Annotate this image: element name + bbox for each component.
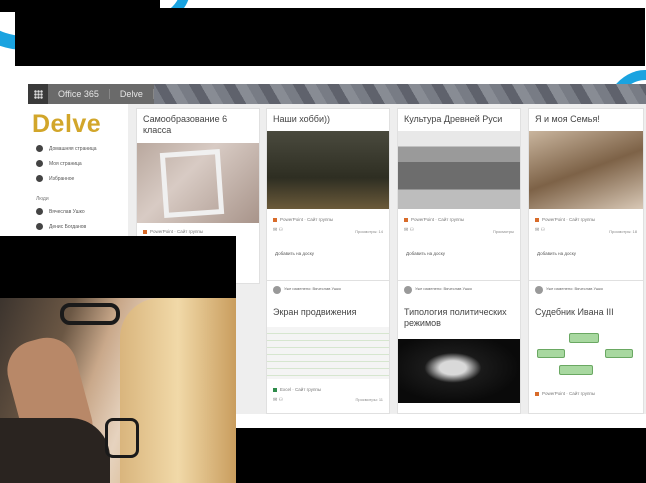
card-thumbnail[interactable] bbox=[267, 327, 389, 379]
sidebar-person[interactable]: Вячеслав Ушко bbox=[28, 204, 128, 219]
avatar-icon bbox=[273, 286, 281, 294]
document-card[interactable]: Наши хобби)) PowerPoint · Сайт группы ✉ … bbox=[266, 108, 390, 284]
redaction-bar bbox=[15, 8, 645, 66]
avatar-icon bbox=[404, 286, 412, 294]
view-count: Просмотры: 18 bbox=[609, 229, 637, 234]
card-meta-text: Excel · Сайт группы bbox=[280, 387, 322, 392]
card-actions[interactable]: ✉ ⚇ bbox=[535, 227, 545, 233]
photo-shadow bbox=[0, 418, 110, 483]
powerpoint-icon bbox=[535, 391, 539, 396]
slide: Office 365 Delve Delve Домашняя страница… bbox=[0, 0, 646, 483]
card-thumbnail[interactable] bbox=[137, 143, 259, 223]
document-card[interactable]: Уже изменено: Вячеслав Ушко Типология по… bbox=[397, 280, 521, 414]
powerpoint-icon bbox=[404, 217, 408, 222]
students-photo bbox=[0, 298, 236, 483]
photo-hair bbox=[120, 298, 236, 483]
sidebar-item-favorites[interactable]: Избранное bbox=[28, 171, 128, 186]
document-card[interactable]: Уже изменено: Вячеслав Ушко Экран продви… bbox=[266, 280, 390, 414]
card-meta: PowerPoint · Сайт группы bbox=[143, 229, 203, 234]
powerpoint-icon bbox=[535, 217, 539, 222]
people-heading: Люди bbox=[36, 196, 49, 202]
waffle-icon bbox=[33, 89, 43, 99]
diagram-node bbox=[537, 349, 565, 358]
card-meta: PowerPoint · Сайт группы bbox=[273, 217, 333, 222]
card-meta-text: PowerPoint · Сайт группы bbox=[411, 217, 465, 222]
powerpoint-icon bbox=[273, 217, 277, 222]
sidebar-item-label: Денис Богданов bbox=[49, 223, 87, 230]
card-activity-text: Уже изменено: Вячеслав Ушко bbox=[284, 286, 342, 291]
diagram-node bbox=[559, 365, 593, 375]
star-icon bbox=[36, 175, 43, 182]
diagram-node bbox=[569, 333, 599, 343]
app-launcher-button[interactable] bbox=[28, 84, 48, 104]
sidebar-item-label: Домашняя страница bbox=[49, 145, 97, 152]
redaction-bar bbox=[0, 236, 236, 298]
sidebar-item-label: Моя страница bbox=[49, 160, 82, 167]
card-thumbnail[interactable] bbox=[267, 131, 389, 209]
document-card[interactable]: Уже изменено: Вячеслав Ушко Судебник Ива… bbox=[528, 280, 644, 414]
card-meta: Excel · Сайт группы bbox=[273, 387, 321, 392]
card-meta-text: PowerPoint · Сайт группы bbox=[542, 391, 596, 396]
card-actions[interactable]: ✉ ⚇ bbox=[273, 397, 283, 403]
card-title[interactable]: Наши хобби)) bbox=[267, 109, 389, 128]
card-activity-text: Уже изменено: Вячеслав Ушко bbox=[546, 286, 604, 291]
card-meta-text: PowerPoint · Сайт группы bbox=[542, 217, 596, 222]
card-thumbnail[interactable] bbox=[398, 339, 520, 403]
app-name[interactable]: Delve bbox=[110, 89, 154, 99]
avatar-icon bbox=[36, 223, 43, 230]
card-actions[interactable]: ✉ ⚇ bbox=[273, 227, 283, 233]
add-to-board-link[interactable]: Добавить на доску bbox=[406, 251, 445, 256]
card-thumbnail[interactable] bbox=[529, 131, 643, 209]
glasses-icon bbox=[105, 418, 139, 458]
office-topbar: Office 365 Delve bbox=[28, 84, 646, 104]
redaction-bar bbox=[236, 428, 646, 483]
sidebar-item-label: Избранное bbox=[49, 175, 75, 182]
view-count: Просмотры bbox=[492, 229, 514, 234]
powerpoint-icon bbox=[143, 229, 147, 234]
view-count: Просмотры: 11 bbox=[355, 397, 383, 402]
sidebar-item-home[interactable]: Домашняя страница bbox=[28, 141, 128, 156]
topbar-pattern bbox=[153, 84, 646, 104]
card-title[interactable]: Самообразование 6 класса bbox=[137, 109, 259, 139]
person-icon bbox=[36, 160, 43, 167]
add-to-board-link[interactable]: Добавить на доску bbox=[537, 251, 576, 256]
card-actions[interactable]: ✉ ⚇ bbox=[404, 227, 414, 233]
card-thumbnail[interactable] bbox=[529, 325, 643, 385]
card-activity: Уже изменено: Вячеслав Ушко bbox=[404, 286, 472, 294]
sidebar-item-me[interactable]: Моя страница bbox=[28, 156, 128, 171]
glasses-icon bbox=[60, 303, 120, 325]
avatar-icon bbox=[535, 286, 543, 294]
home-icon bbox=[36, 145, 43, 152]
suite-name[interactable]: Office 365 bbox=[48, 89, 110, 99]
card-meta-text: PowerPoint · Сайт группы bbox=[280, 217, 334, 222]
card-meta: PowerPoint · Сайт группы bbox=[535, 391, 595, 396]
sidebar-item-label: Вячеслав Ушко bbox=[49, 208, 85, 215]
card-activity: Уже изменено: Вячеслав Ушко bbox=[273, 286, 341, 294]
card-meta-text: PowerPoint · Сайт группы bbox=[150, 229, 204, 234]
card-activity: Уже изменено: Вячеслав Ушко bbox=[535, 286, 603, 294]
card-meta: PowerPoint · Сайт группы bbox=[404, 217, 464, 222]
card-title[interactable]: Я и моя Семья! bbox=[529, 109, 643, 128]
card-title[interactable]: Культура Древней Руси bbox=[398, 109, 520, 128]
excel-icon bbox=[273, 387, 277, 392]
document-card[interactable]: Культура Древней Руси PowerPoint · Сайт … bbox=[397, 108, 521, 284]
sidebar-person[interactable]: Денис Богданов bbox=[28, 219, 128, 234]
card-activity-text: Уже изменено: Вячеслав Ушко bbox=[415, 286, 473, 291]
view-count: Просмотры: 14 bbox=[355, 229, 383, 234]
card-thumbnail[interactable] bbox=[398, 131, 520, 209]
delve-logo: Delve bbox=[32, 110, 102, 138]
document-card[interactable]: Я и моя Семья! PowerPoint · Сайт группы … bbox=[528, 108, 644, 284]
diagram-node bbox=[605, 349, 633, 358]
add-to-board-link[interactable]: Добавить на доску bbox=[275, 251, 314, 256]
avatar-icon bbox=[36, 208, 43, 215]
card-meta: PowerPoint · Сайт группы bbox=[535, 217, 595, 222]
